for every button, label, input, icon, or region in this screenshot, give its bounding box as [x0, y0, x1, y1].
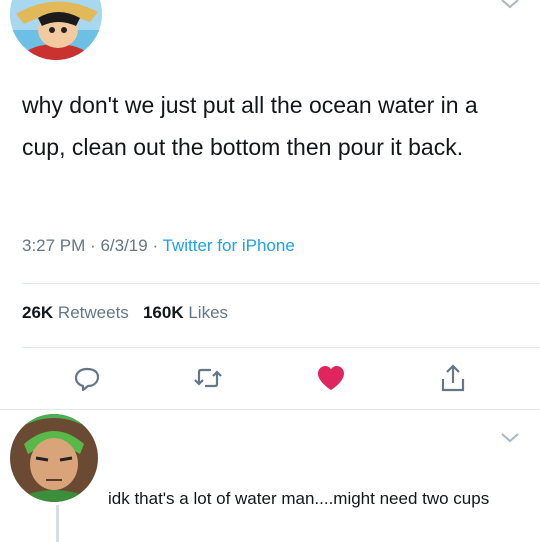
share-icon: [441, 364, 465, 392]
divider-bottom: [0, 409, 540, 410]
tweet-time: 3:27 PM: [22, 236, 86, 255]
retweet-button[interactable]: [191, 361, 225, 395]
likes-label: Likes: [188, 303, 229, 322]
heart-icon: [318, 366, 344, 390]
reply-button[interactable]: [70, 361, 104, 395]
reply-more-options-chevron-icon[interactable]: [498, 428, 522, 448]
tweet-meta: 3:27 PM · 6/3/19 · Twitter for iPhone: [22, 236, 295, 255]
thread-connector-line: [56, 505, 59, 542]
tweet-date: 6/3/19: [100, 236, 148, 255]
reply-text: idk that's a lot of water man....might n…: [108, 489, 490, 508]
divider-top: [22, 283, 540, 284]
likes-count: 160K: [142, 303, 184, 322]
retweets-stat[interactable]: 26K Retweets: [22, 303, 129, 322]
share-button[interactable]: [436, 361, 470, 395]
like-button[interactable]: [314, 361, 348, 395]
reply-icon: [74, 367, 100, 392]
tweet-source-link[interactable]: Twitter for iPhone: [163, 236, 295, 255]
tweet-author-avatar[interactable]: [10, 0, 102, 60]
retweet-icon: [194, 368, 222, 388]
tweet-stats: 26K Retweets 160K Likes: [22, 303, 228, 323]
reply-author-avatar[interactable]: [10, 414, 98, 502]
more-options-chevron-icon[interactable]: [498, 0, 522, 14]
likes-stat[interactable]: 160K Likes: [143, 303, 228, 322]
retweets-label: Retweets: [57, 303, 129, 322]
tweet-text: why don't we just put all the ocean wate…: [22, 92, 478, 160]
retweets-count: 26K: [22, 303, 54, 322]
divider-middle: [22, 347, 540, 348]
